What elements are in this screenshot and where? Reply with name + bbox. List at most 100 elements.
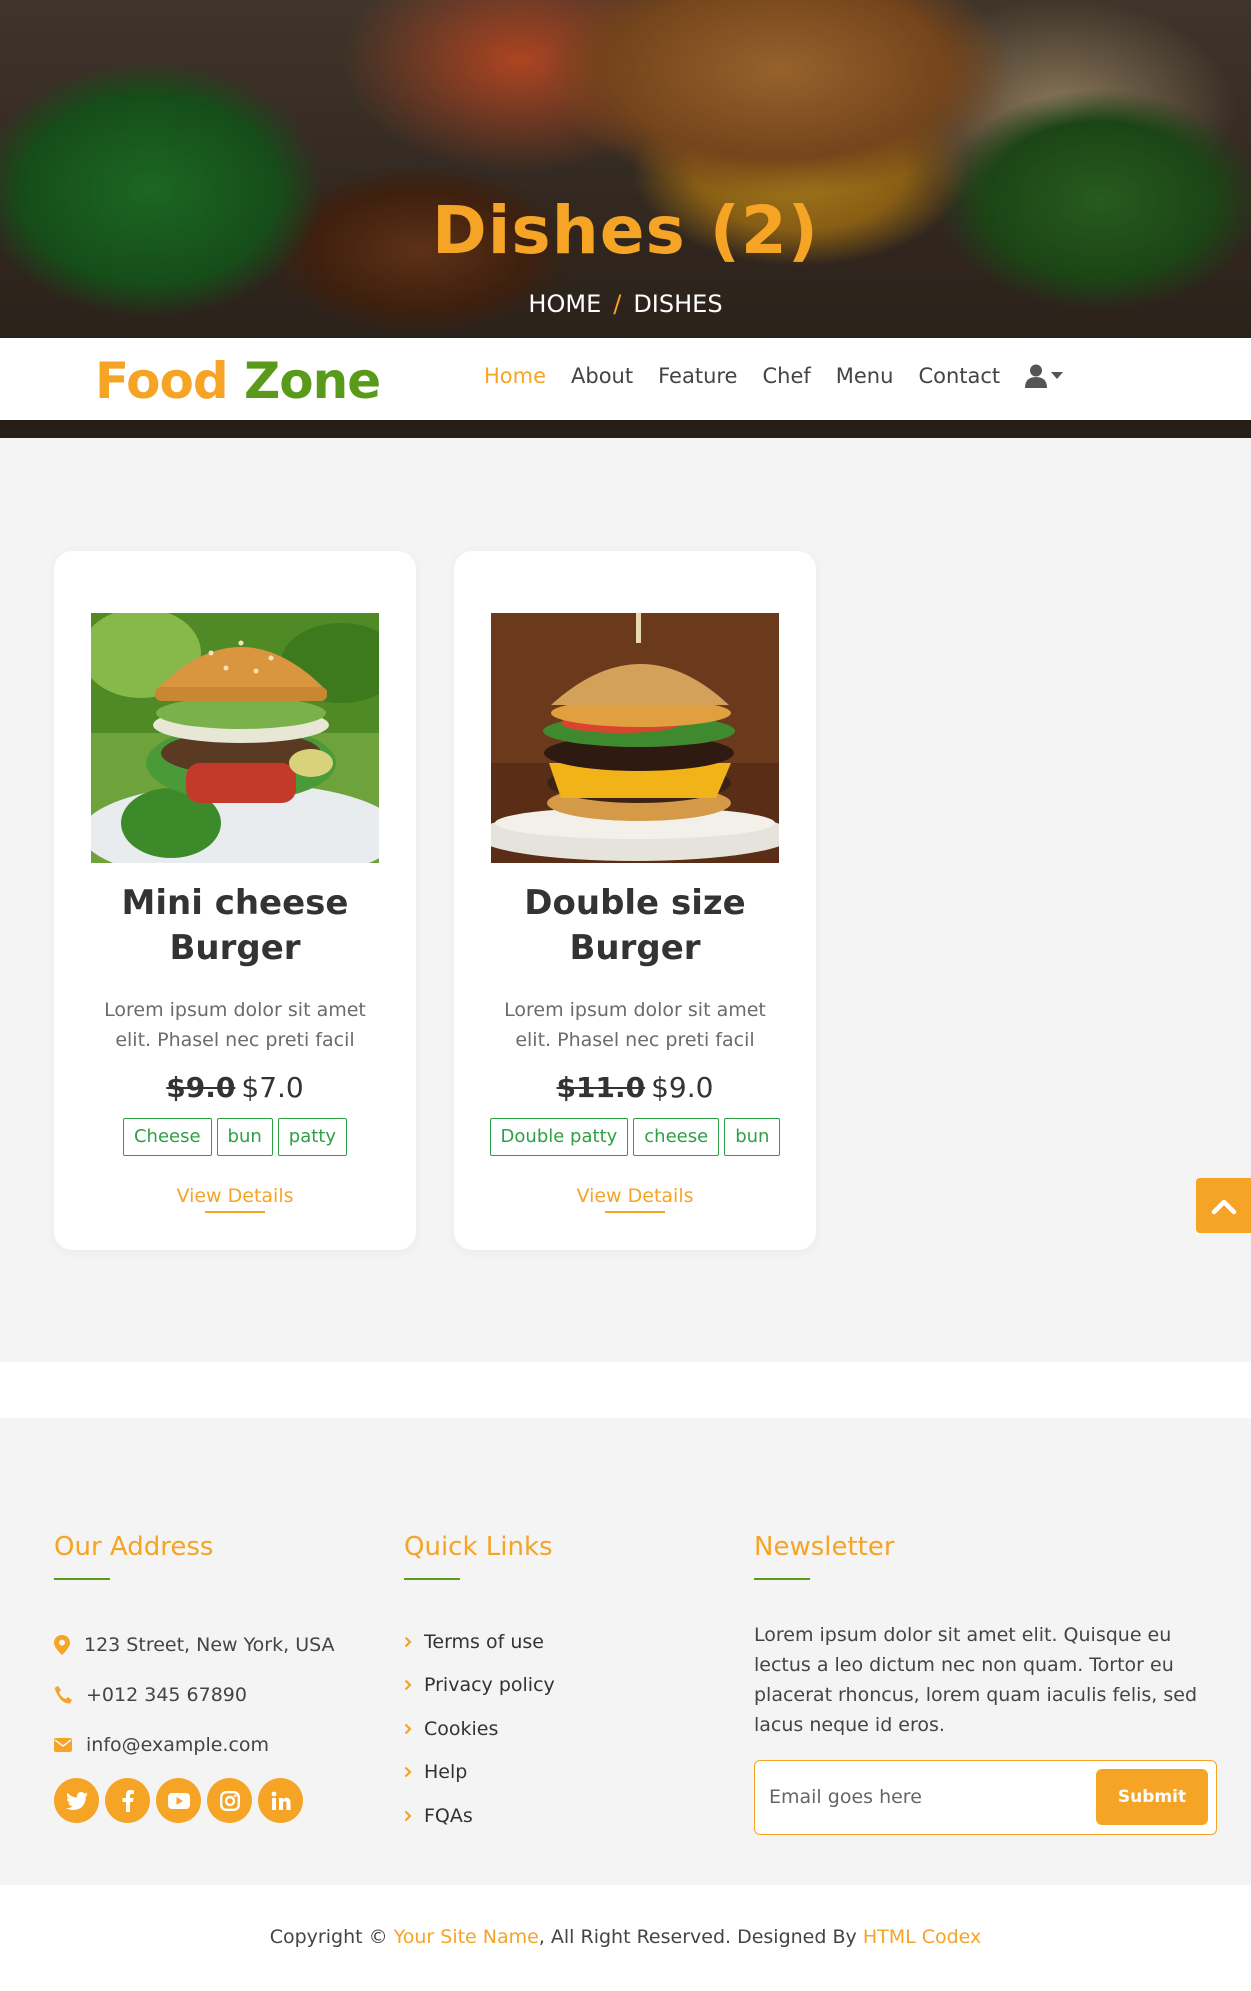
dish-title: Mini cheese Burger [121,883,349,968]
copyright-middle: , All Right Reserved. Designed By [538,1926,857,1948]
footer-link-privacy[interactable]: Privacy policy [404,1664,555,1708]
new-price: $7.0 [241,1071,304,1104]
view-details-link[interactable]: View Details [54,1185,416,1207]
breadcrumb: HOME / DISHES [0,290,1251,318]
view-details-label: View Details [176,1185,294,1207]
nav-links: Home About Feature Chef Menu Contact [484,364,1064,388]
navbar: Food Zone Home About Feature Chef Menu C… [0,338,1251,420]
social-links [54,1778,335,1823]
chevron-right-icon [404,1810,412,1822]
nav-contact[interactable]: Contact [918,364,1000,388]
footer-link-label: FQAs [424,1804,473,1827]
heading-underline [754,1578,810,1580]
nav-chef[interactable]: Chef [762,364,810,388]
youtube-button[interactable] [156,1778,201,1823]
site-name-link[interactable]: Your Site Name [394,1926,539,1948]
page-title: Dishes (2) [432,192,819,269]
dish-image [491,613,779,863]
breadcrumb-home[interactable]: HOME [528,290,601,318]
footer-link-label: Help [424,1761,468,1784]
view-details-label: View Details [576,1185,694,1207]
address-email: info@example.com [54,1720,335,1770]
ingredient-tag: cheese [633,1118,720,1156]
twitter-icon [65,1791,88,1810]
chevron-right-icon [404,1723,412,1735]
heading-underline [54,1578,110,1580]
quick-links-heading: Quick Links [404,1532,553,1562]
ingredient-tags: Cheese bun patty [54,1118,416,1156]
youtube-icon [167,1792,190,1809]
dish-price: $9.0 $7.0 [54,1071,416,1104]
user-icon [1025,364,1048,388]
twitter-button[interactable] [54,1778,99,1823]
chevron-right-icon [404,1766,412,1778]
breadcrumb-separator: / [613,290,622,318]
facebook-icon [122,1789,134,1812]
section-divider [0,1362,1251,1418]
heading-underline [404,1578,460,1580]
footer-link-label: Terms of use [424,1630,544,1653]
footer-link-label: Privacy policy [424,1674,555,1697]
footer-quick-links-column: Quick Links Terms of use Privacy policy … [404,1532,555,1838]
designer-link[interactable]: HTML Codex [863,1926,981,1948]
dish-title: Double size Burger [524,883,746,968]
breadcrumb-current: DISHES [633,290,723,318]
chevron-right-icon [404,1636,412,1648]
dish-image [91,613,379,863]
map-marker-icon [54,1635,70,1655]
old-price: $11.0 [556,1071,646,1104]
address-phone: +012 345 67890 [54,1670,335,1720]
newsletter-heading: Newsletter [754,1532,895,1562]
dish-description: Lorem ipsum dolor sit amet elit. Phasel … [104,999,366,1051]
dish-card: Mini cheese Burger Lorem ipsum dolor sit… [54,551,416,1250]
instagram-button[interactable] [207,1778,252,1823]
user-dropdown-toggle[interactable] [1025,364,1064,388]
ingredient-tag: patty [277,1118,348,1156]
address-heading: Our Address [54,1532,214,1562]
new-price: $9.0 [651,1071,714,1104]
brand-part-food: Food [95,352,229,410]
dish-description: Lorem ipsum dolor sit amet elit. Phasel … [504,999,766,1051]
dish-card: Double size Burger Lorem ipsum dolor sit… [454,551,816,1250]
footer-address-column: Our Address 123 Street, New York, USA +0… [54,1532,335,1823]
nav-home[interactable]: Home [484,364,546,388]
nav-feature[interactable]: Feature [658,364,737,388]
brand-logo[interactable]: Food Zone [95,352,381,410]
view-details-link[interactable]: View Details [454,1185,816,1207]
dish-price: $11.0 $9.0 [454,1071,816,1104]
envelope-icon [54,1738,72,1752]
address-street: 123 Street, New York, USA [54,1620,335,1670]
street-text: 123 Street, New York, USA [84,1634,335,1656]
footer-link-terms[interactable]: Terms of use [404,1620,555,1664]
ingredient-tag: Double patty [489,1118,629,1156]
newsletter-form: Submit [754,1760,1217,1835]
footer-link-help[interactable]: Help [404,1751,555,1795]
footer: Our Address 123 Street, New York, USA +0… [0,1418,1251,1885]
footer-link-cookies[interactable]: Cookies [404,1707,555,1751]
newsletter-email-input[interactable] [769,1779,1069,1815]
phone-text: +012 345 67890 [86,1684,247,1706]
instagram-icon [219,1790,240,1811]
phone-icon [54,1686,72,1704]
ingredient-tag: Cheese [122,1118,212,1156]
copyright-bar: Copyright © Your Site Name, All Right Re… [0,1885,1251,1991]
footer-newsletter-column: Newsletter Lorem ipsum dolor sit amet el… [754,1532,1217,1835]
linkedin-icon [271,1791,290,1810]
newsletter-text: Lorem ipsum dolor sit amet elit. Quisque… [754,1624,1198,1736]
ingredient-tag: bun [216,1118,273,1156]
footer-link-faqs[interactable]: FQAs [404,1794,555,1838]
old-price: $9.0 [166,1071,236,1104]
copyright-prefix: Copyright © [269,1926,388,1948]
newsletter-submit-button[interactable]: Submit [1096,1769,1208,1825]
caret-down-icon [1051,372,1064,379]
ingredient-tags: Double patty cheese bun [454,1118,816,1156]
nav-menu[interactable]: Menu [836,364,894,388]
nav-about[interactable]: About [571,364,633,388]
chevron-right-icon [404,1679,412,1691]
linkedin-button[interactable] [258,1778,303,1823]
email-text[interactable]: info@example.com [86,1734,269,1756]
back-to-top-button[interactable] [1196,1178,1251,1233]
brand-part-zone: Zone [244,352,381,410]
chevron-up-icon [1211,1199,1236,1214]
facebook-button[interactable] [105,1778,150,1823]
